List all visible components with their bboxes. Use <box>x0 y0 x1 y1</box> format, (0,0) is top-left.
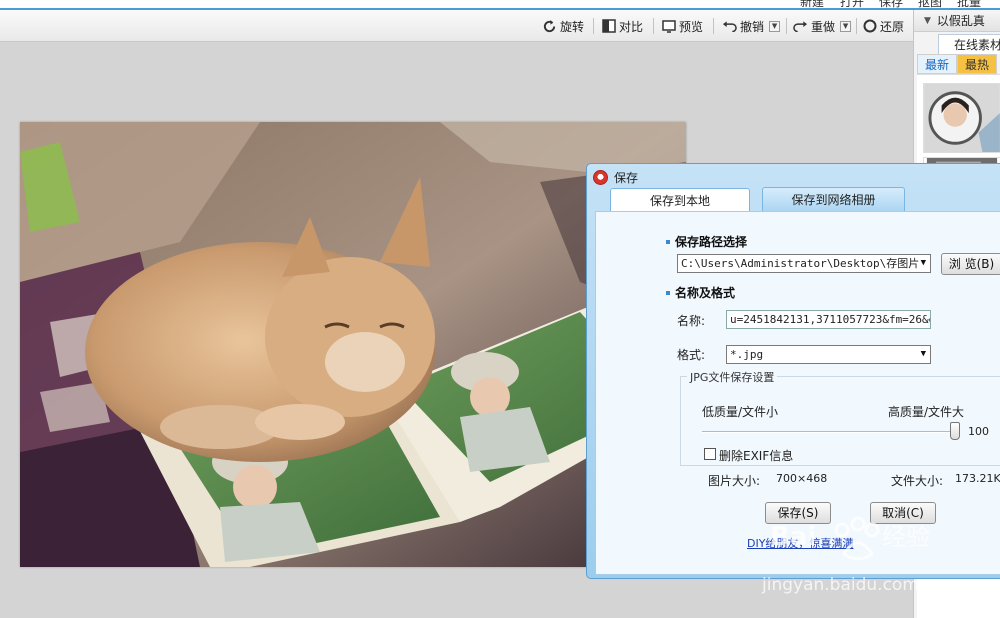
image-size-label: 图片大小: <box>708 474 761 488</box>
panel-title: 以假乱真 <box>936 14 985 28</box>
preview-label: 预览 <box>679 19 704 34</box>
toolbar-divider <box>786 18 787 34</box>
path-section-title: 保存路径选择 <box>666 233 747 250</box>
menu-new[interactable]: 新建 <box>800 0 824 8</box>
redo-icon <box>793 21 808 32</box>
app-logo-icon <box>593 169 608 185</box>
jpg-settings-title: JPG文件保存设置 <box>687 369 778 385</box>
high-quality-label: 高质量/文件大 <box>888 405 965 419</box>
bullet-icon <box>666 290 670 295</box>
toolbar-divider <box>856 18 857 34</box>
name-label: 名称: <box>677 314 706 328</box>
format-value: *.jpg <box>730 348 764 361</box>
remove-exif-label: 删除EXIF信息 <box>719 449 794 463</box>
top-menu-bar: 新建 打开 保存 抠图 批量 <box>0 0 1000 10</box>
low-quality-label: 低质量/文件小 <box>702 405 779 419</box>
tab-save-online-album[interactable]: 保存到网络相册 <box>762 187 905 211</box>
tab-newest[interactable]: 最新 <box>917 54 957 74</box>
collapse-triangle-icon[interactable]: ▼ <box>924 16 931 26</box>
chevron-down-icon: ▼ <box>920 349 926 359</box>
menu-save[interactable]: 保存 <box>879 0 903 8</box>
menu-open[interactable]: 打开 <box>840 0 864 8</box>
save-dialog: 保存 保存到本地 保存到网络相册 保存路径选择 C:\Users\Adminis… <box>586 163 1000 579</box>
name-section-title: 名称及格式 <box>666 284 735 301</box>
quality-slider-track[interactable] <box>702 431 960 433</box>
undo-dropdown-icon[interactable]: ▼ <box>769 20 781 32</box>
dialog-body: 保存路径选择 C:\Users\Administrator\Desktop\存图… <box>595 211 1000 575</box>
restore-label: 还原 <box>880 19 905 34</box>
material-sort-tabs: 最新 最热 <box>917 54 997 74</box>
menu-batch[interactable]: 批量 <box>957 0 981 8</box>
diy-gift-link[interactable]: DIY给朋友，惊喜满满 <box>747 535 853 551</box>
image-size-value: 700×468 <box>776 472 828 485</box>
redo-dropdown-icon[interactable]: ▼ <box>840 20 852 32</box>
menu-cutout[interactable]: 抠图 <box>918 0 942 8</box>
browse-button[interactable]: 浏 览(B) <box>941 253 1000 275</box>
file-size-label: 文件大小: <box>891 474 944 488</box>
preview-icon <box>662 20 676 33</box>
undo-icon <box>722 21 737 32</box>
chevron-down-icon: ▼ <box>920 258 926 268</box>
save-path-select[interactable]: C:\Users\Administrator\Desktop\存图片 ▼ <box>677 254 931 273</box>
name-section-label: 名称及格式 <box>675 286 736 300</box>
format-select[interactable]: *.jpg ▼ <box>726 345 931 364</box>
save-button[interactable]: 保存(S) <box>765 502 831 524</box>
material-thumbnail[interactable] <box>923 83 1000 153</box>
save-path-value: C:\Users\Administrator\Desktop\存图片 <box>681 257 920 270</box>
restore-button[interactable]: 还原 <box>863 16 904 36</box>
rotate-label: 旋转 <box>560 19 585 34</box>
compare-icon <box>602 19 616 33</box>
compare-label: 对比 <box>619 19 644 34</box>
file-size-value: 173.21KB <box>955 472 1000 485</box>
cancel-button[interactable]: 取消(C) <box>870 502 936 524</box>
tab-save-local[interactable]: 保存到本地 <box>610 188 750 212</box>
panel-header[interactable]: ▼ 以假乱真 <box>914 10 1000 32</box>
undo-button[interactable]: 撤销 ▼ <box>722 16 781 36</box>
file-name-input[interactable]: u=2451842131,3711057723&fm=26&gp=0_ <box>726 310 931 329</box>
remove-exif-checkbox[interactable] <box>704 448 716 460</box>
image-toolbar: 旋转 对比 预览 撤销 ▼ 重做 ▼ 还原 <box>0 10 913 42</box>
format-label: 格式: <box>677 348 706 362</box>
preview-button[interactable]: 预览 <box>662 16 703 36</box>
dialog-title: 保存 <box>614 170 639 185</box>
quality-value: 100 <box>968 425 989 438</box>
dialog-titlebar[interactable]: 保存 <box>593 168 638 186</box>
redo-button[interactable]: 重做 ▼ <box>793 16 852 36</box>
toolbar-divider <box>593 18 594 34</box>
toolbar-divider <box>713 18 714 34</box>
rotate-button[interactable]: 旋转 <box>542 16 584 36</box>
bullet-icon <box>666 239 670 244</box>
toolbar-divider <box>653 18 654 34</box>
undo-label: 撤销 <box>740 19 765 34</box>
tab-hottest[interactable]: 最热 <box>957 54 997 74</box>
path-section-label: 保存路径选择 <box>675 235 748 249</box>
quality-slider-thumb[interactable] <box>950 422 960 440</box>
compare-button[interactable]: 对比 <box>602 16 643 36</box>
file-name-value: u=2451842131,3711057723&fm=26&gp=0_ <box>730 313 930 326</box>
rotate-icon <box>543 19 556 32</box>
tab-online-material[interactable]: 在线素材 <box>938 34 1000 54</box>
restore-icon <box>863 19 877 33</box>
redo-label: 重做 <box>811 19 836 34</box>
